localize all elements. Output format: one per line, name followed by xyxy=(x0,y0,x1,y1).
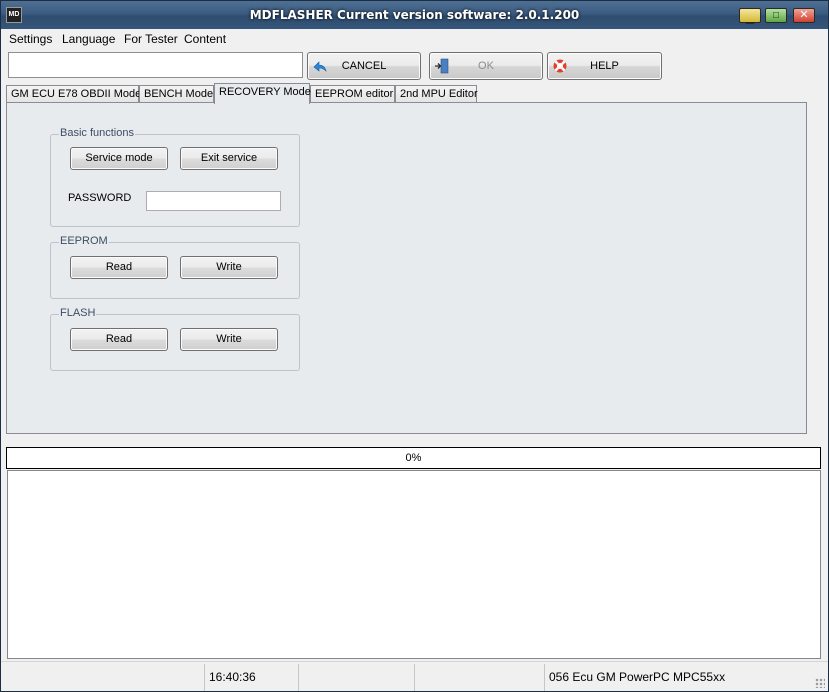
status-panel-3 xyxy=(299,664,415,691)
ok-label: OK xyxy=(478,60,494,72)
status-panel-1 xyxy=(1,664,205,691)
tab-recovery-mode[interactable]: RECOVERY Mode xyxy=(214,83,311,104)
exit-service-button[interactable]: Exit service xyxy=(180,147,278,170)
menu-for-tester[interactable]: For Tester xyxy=(124,32,178,46)
help-label: HELP xyxy=(590,60,619,72)
close-icon: ✕ xyxy=(799,9,809,21)
help-button[interactable]: HELP xyxy=(547,52,662,80)
main-window: MD MDFLASHER Current version software: 2… xyxy=(0,0,829,692)
flash-group-title: FLASH xyxy=(59,307,97,319)
log-output[interactable] xyxy=(7,470,821,659)
password-label: PASSWORD xyxy=(68,192,132,204)
eeprom-group: EEPROM Read Write xyxy=(50,235,300,299)
recovery-panel: Basic functions Service mode Exit servic… xyxy=(6,102,807,434)
back-arrow-icon xyxy=(313,61,327,72)
basic-functions-group: Basic functions Service mode Exit servic… xyxy=(50,127,300,227)
menu-settings[interactable]: Settings xyxy=(9,32,52,46)
eeprom-read-button[interactable]: Read xyxy=(70,256,168,279)
eeprom-group-title: EEPROM xyxy=(59,235,109,247)
eeprom-write-button[interactable]: Write xyxy=(180,256,278,279)
status-panel-4 xyxy=(415,664,545,691)
flash-read-button[interactable]: Read xyxy=(70,328,168,351)
title-bar[interactable]: MD MDFLASHER Current version software: 2… xyxy=(1,1,828,29)
status-ecu: 056 Ecu GM PowerPC MPC55xx xyxy=(549,670,726,684)
ok-button[interactable]: OK xyxy=(429,52,543,80)
cancel-button[interactable]: CANCEL xyxy=(307,52,421,80)
lifebuoy-icon xyxy=(553,59,567,73)
command-input[interactable] xyxy=(8,52,303,78)
password-input[interactable] xyxy=(146,191,281,211)
minimize-icon: ▁ xyxy=(745,12,755,24)
status-bar: 16:40:36 056 Ecu GM PowerPC MPC55xx xyxy=(1,661,828,691)
flash-write-button[interactable]: Write xyxy=(180,328,278,351)
flash-group: FLASH Read Write xyxy=(50,307,300,371)
progress-bar: 0% xyxy=(6,447,821,469)
service-mode-button[interactable]: Service mode xyxy=(70,147,168,170)
menu-bar: Settings Language For Tester Content xyxy=(1,29,828,49)
resize-grip[interactable] xyxy=(815,678,825,688)
basic-functions-title: Basic functions xyxy=(59,127,135,139)
maximize-button[interactable]: □ xyxy=(765,8,787,23)
menu-content[interactable]: Content xyxy=(184,32,226,46)
minimize-button[interactable]: ▁ xyxy=(739,8,761,24)
close-button[interactable]: ✕ xyxy=(793,8,815,23)
window-title: MDFLASHER Current version software: 2.0.… xyxy=(249,8,580,22)
progress-text: 0% xyxy=(405,452,422,464)
door-exit-icon xyxy=(435,58,449,74)
cancel-label: CANCEL xyxy=(341,60,387,72)
status-time: 16:40:36 xyxy=(205,664,299,691)
maximize-icon: □ xyxy=(772,10,780,21)
menu-language[interactable]: Language xyxy=(62,32,115,46)
